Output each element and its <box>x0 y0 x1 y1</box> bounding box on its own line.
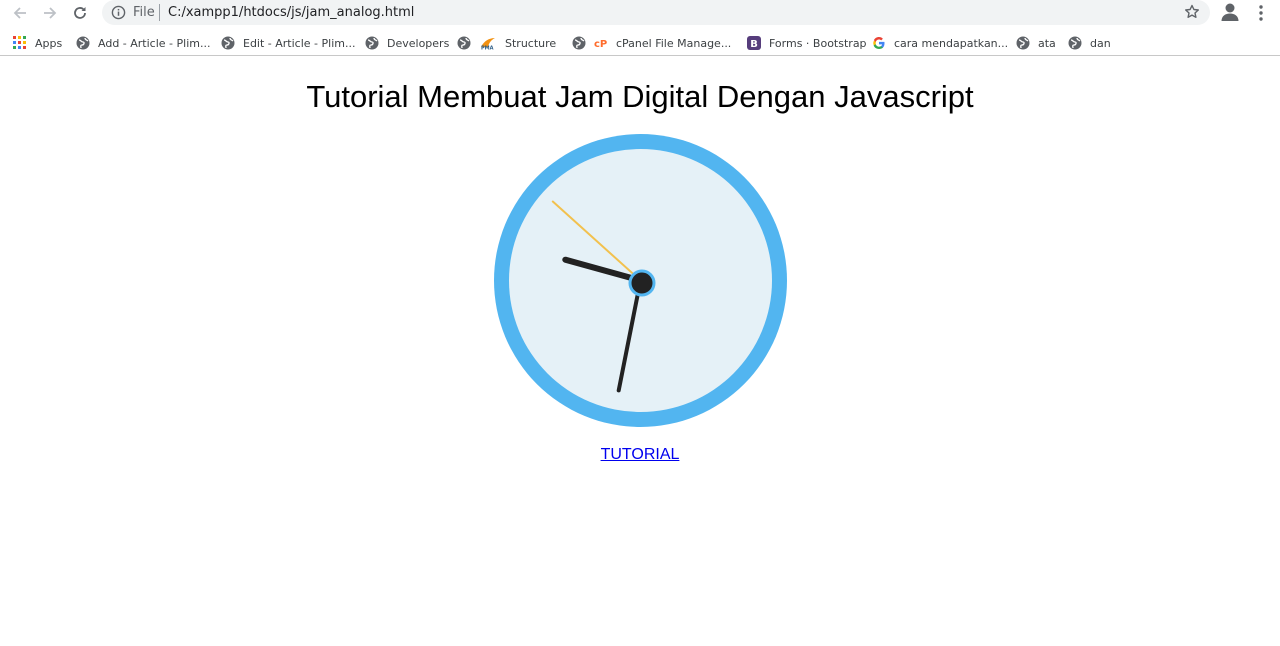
phpmyadmin-icon: PMA <box>479 36 497 50</box>
analog-clock <box>494 134 787 427</box>
apps-grid-icon <box>13 36 27 50</box>
bookmark-label: Add - Article - Plim... <box>98 36 211 50</box>
bookmark-cara-mendapatkan[interactable]: cara mendapatkan... <box>872 34 1008 52</box>
more-menu-icon[interactable] <box>1253 3 1269 23</box>
bookmark-label: Apps <box>35 36 63 50</box>
reload-button[interactable] <box>69 2 91 24</box>
bookmark-cpanel[interactable]: cP cPanel File Manage... <box>572 34 731 52</box>
address-bar[interactable]: File C:/xampp1/htdocs/js/jam_analog.html <box>102 0 1210 25</box>
bookmark-developers[interactable]: Developers <box>365 34 449 52</box>
cpanel-icon: cP <box>594 36 608 50</box>
tutorial-link[interactable]: TUTORIAL <box>601 446 680 463</box>
bookmark-edit-article[interactable]: Edit - Article - Plim... <box>221 34 355 52</box>
forward-arrow-icon <box>44 7 57 19</box>
globe-icon <box>1016 36 1030 50</box>
back-arrow-icon <box>13 7 26 19</box>
bookmark-label: Developers <box>387 36 450 50</box>
reload-icon <box>74 7 86 19</box>
svg-text:B: B <box>750 39 758 50</box>
bookmark-star-icon[interactable] <box>1183 3 1201 21</box>
bookmark-bootstrap[interactable]: B Forms · Bootstrap <box>747 34 867 52</box>
tutorial-link-container: TUTORIAL <box>0 446 1280 464</box>
bootstrap-icon: B <box>747 36 761 50</box>
address-separator <box>159 4 160 21</box>
bookmark-label: cara mendapatkan... <box>894 36 1009 50</box>
bookmark-label: Structure <box>505 36 557 50</box>
globe-icon <box>457 36 471 50</box>
address-scheme-label: File <box>133 5 155 20</box>
globe-icon <box>76 36 90 50</box>
bookmark-structure[interactable]: PMA Structure <box>457 34 556 52</box>
browser-toolbar: File C:/xampp1/htdocs/js/jam_analog.html <box>0 0 1280 26</box>
bookmark-ata[interactable]: ata <box>1016 34 1056 52</box>
profile-avatar-icon[interactable] <box>1219 1 1241 23</box>
bookmark-add-article[interactable]: Add - Article - Plim... <box>76 34 210 52</box>
bookmark-label: ata <box>1038 36 1056 50</box>
info-icon[interactable] <box>111 5 126 20</box>
bookmark-apps[interactable]: Apps <box>13 34 62 52</box>
forward-button[interactable] <box>39 2 61 24</box>
address-url-text[interactable]: C:/xampp1/htdocs/js/jam_analog.html <box>168 5 414 20</box>
svg-text:PMA: PMA <box>481 46 494 51</box>
page-content: Tutorial Membuat Jam Digital Dengan Java… <box>0 57 1280 646</box>
globe-icon <box>1068 36 1082 50</box>
svg-text:cP: cP <box>594 39 607 50</box>
bookmark-label: Forms · Bootstrap <box>769 36 867 50</box>
clock-center-cap <box>628 269 656 297</box>
globe-icon <box>221 36 235 50</box>
back-button[interactable] <box>9 2 31 24</box>
bookmark-label: dan <box>1090 36 1111 50</box>
google-icon <box>872 36 886 50</box>
bookmark-label: Edit - Article - Plim... <box>243 36 356 50</box>
globe-icon <box>365 36 379 50</box>
globe-icon <box>572 36 586 50</box>
bookmarks-bar: Apps Add - Article - Plim... Edit - Arti… <box>0 29 1280 56</box>
bookmark-label: cPanel File Manage... <box>616 36 732 50</box>
page-title: Tutorial Membuat Jam Digital Dengan Java… <box>306 79 974 114</box>
bookmark-dan[interactable]: dan <box>1068 34 1111 52</box>
